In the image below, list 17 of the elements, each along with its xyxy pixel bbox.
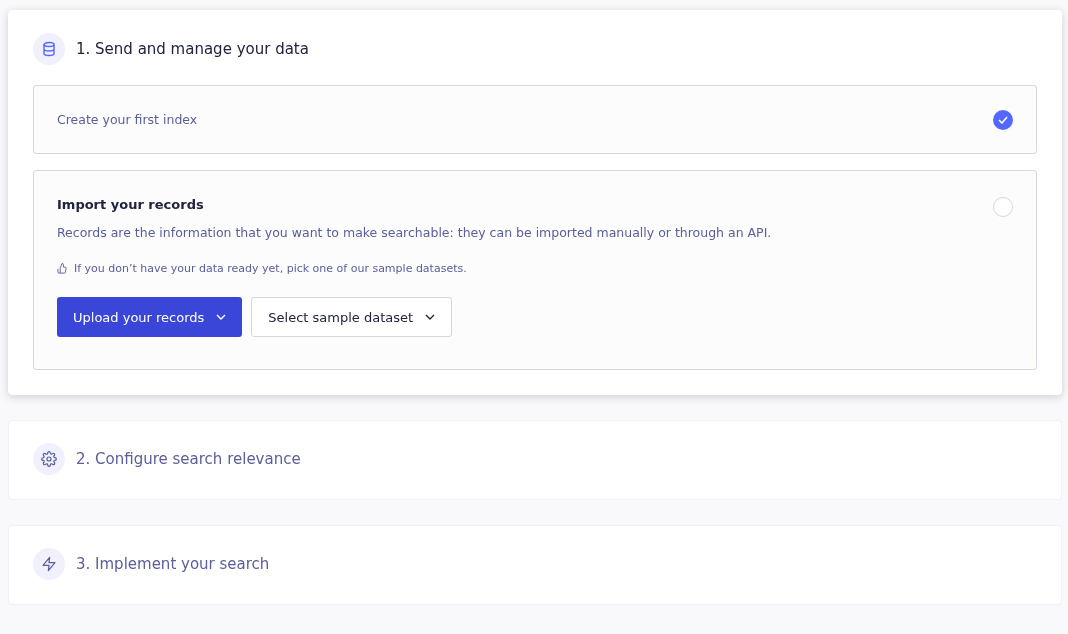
database-icon: [41, 41, 57, 57]
unchecked-circle[interactable]: [993, 197, 1013, 217]
upload-dropdown-button[interactable]: Upload your records: [57, 297, 243, 337]
section-title[interactable]: 1. Send and manage your data: [76, 40, 309, 58]
caret-icon: [425, 314, 436, 320]
caret-icon: [216, 314, 227, 320]
settings-icon: [41, 451, 57, 467]
step-title: Create your first index: [57, 112, 198, 127]
section-title[interactable]: 3. Implement your search: [76, 555, 270, 573]
thumbs-up-icon: [57, 263, 68, 274]
dataset-dropdown-button[interactable]: Select sample dataset: [251, 297, 453, 337]
checked-circle[interactable]: [993, 109, 1013, 130]
hint-text: If you don’t have your data ready yet, pick one of our sample datasets.: [74, 262, 467, 275]
step-description: Records are the information that you want to make searchable: they can be imported manually or through an API.: [57, 225, 773, 240]
lightning-icon: [41, 556, 57, 572]
section-title[interactable]: 2. Configure search relevance: [76, 450, 301, 468]
step-title: Import your records: [57, 197, 204, 212]
